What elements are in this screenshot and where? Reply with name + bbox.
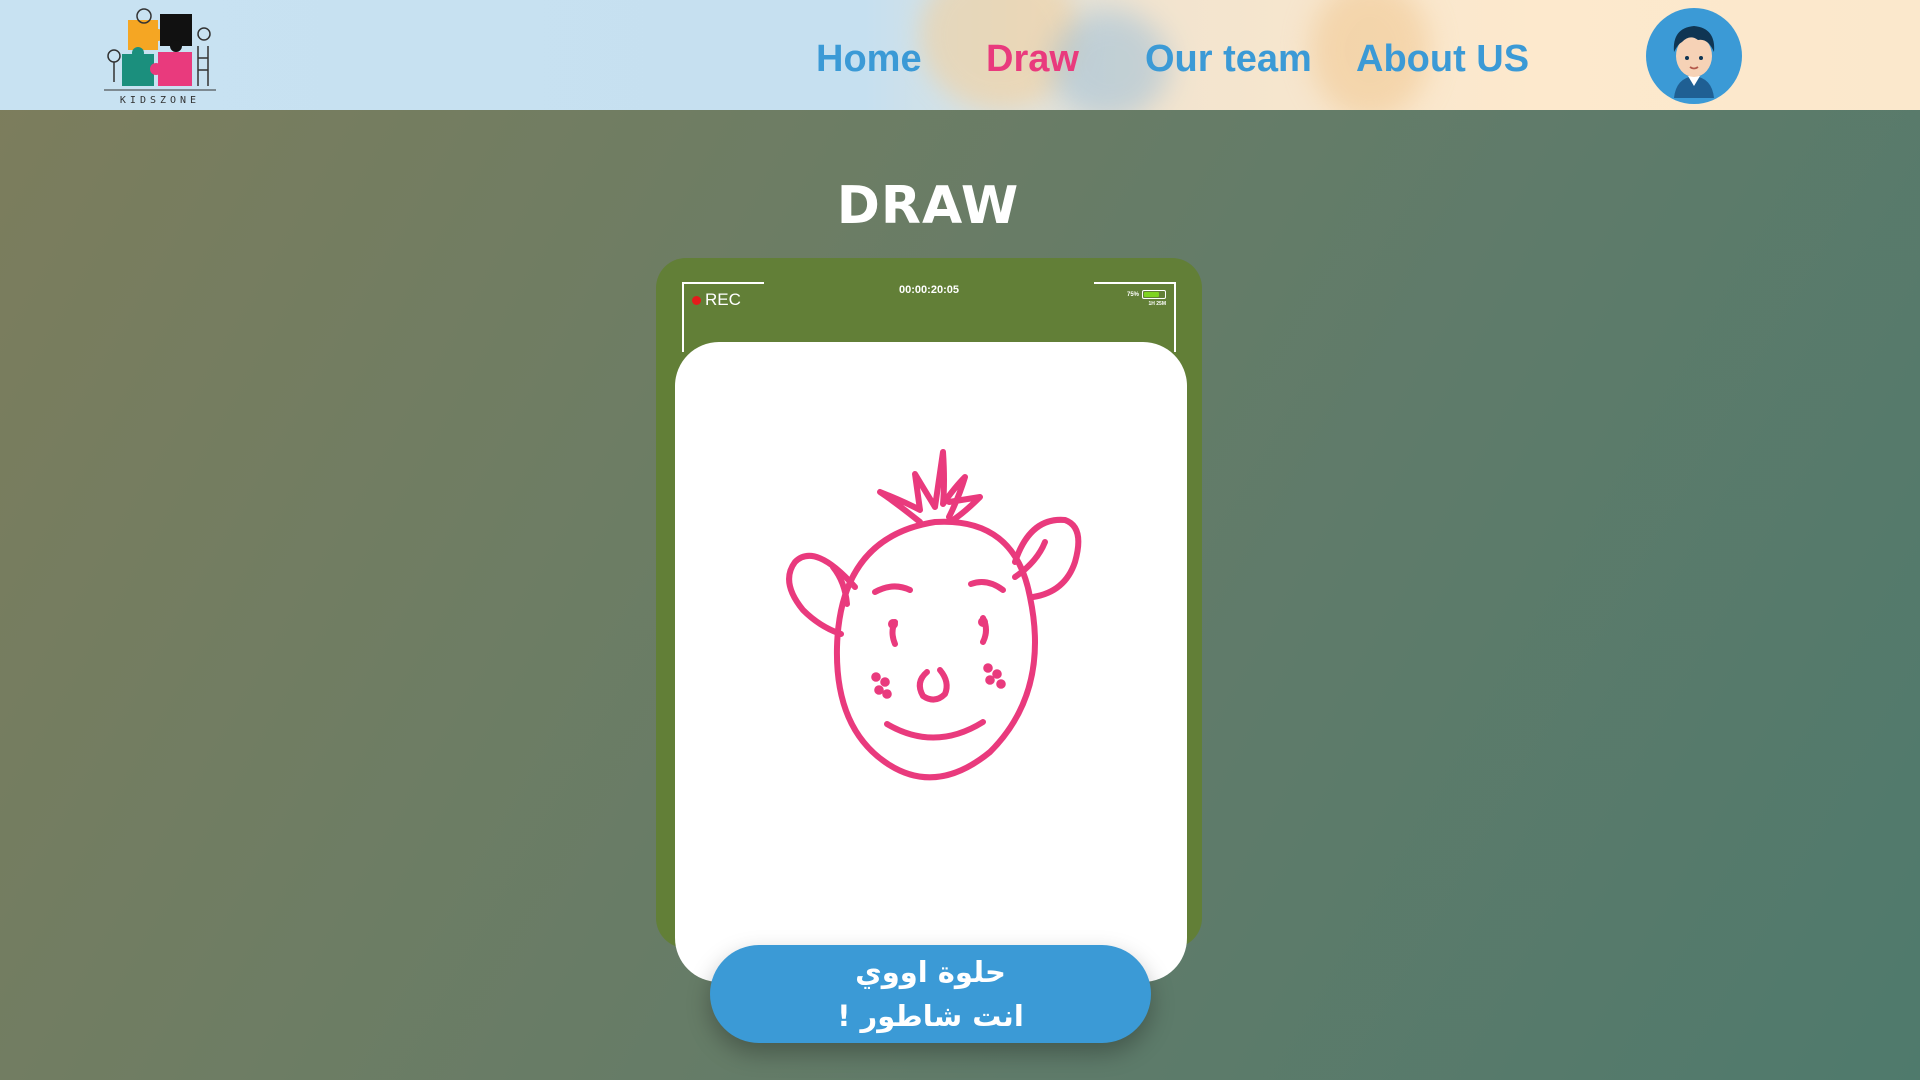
message-line-2: انت شاطور !	[837, 999, 1024, 1033]
battery-status: 75%	[1127, 290, 1166, 299]
message-line-1: حلوة اووي	[855, 955, 1006, 989]
boy-avatar-icon	[1673, 26, 1715, 98]
praise-message: حلوة اووي انت شاطور !	[710, 945, 1151, 1043]
nav-our-team[interactable]: Our team	[1145, 38, 1312, 81]
battery-percent: 75%	[1126, 291, 1139, 298]
battery-time: 1H 25M	[1148, 301, 1166, 307]
nav-home[interactable]: Home	[816, 38, 922, 81]
puzzle-logo-icon	[104, 8, 216, 91]
kidszone-logo[interactable]: KIDSZONE	[100, 6, 220, 106]
nav-draw[interactable]: Draw	[986, 38, 1079, 81]
user-avatar[interactable]	[1646, 8, 1742, 104]
header: KIDSZONE Home Draw Our team About US	[0, 0, 1920, 110]
nav-about-us[interactable]: About US	[1356, 38, 1529, 81]
timecode: 00:00:20:05	[899, 284, 959, 296]
logo-text: KIDSZONE	[119, 95, 201, 106]
smiling-face-drawing-icon	[786, 449, 1082, 781]
battery-icon	[1142, 290, 1166, 299]
drawing-card	[675, 342, 1187, 982]
rec-dot-icon	[692, 295, 701, 305]
page-title: DRAW	[836, 176, 1020, 236]
